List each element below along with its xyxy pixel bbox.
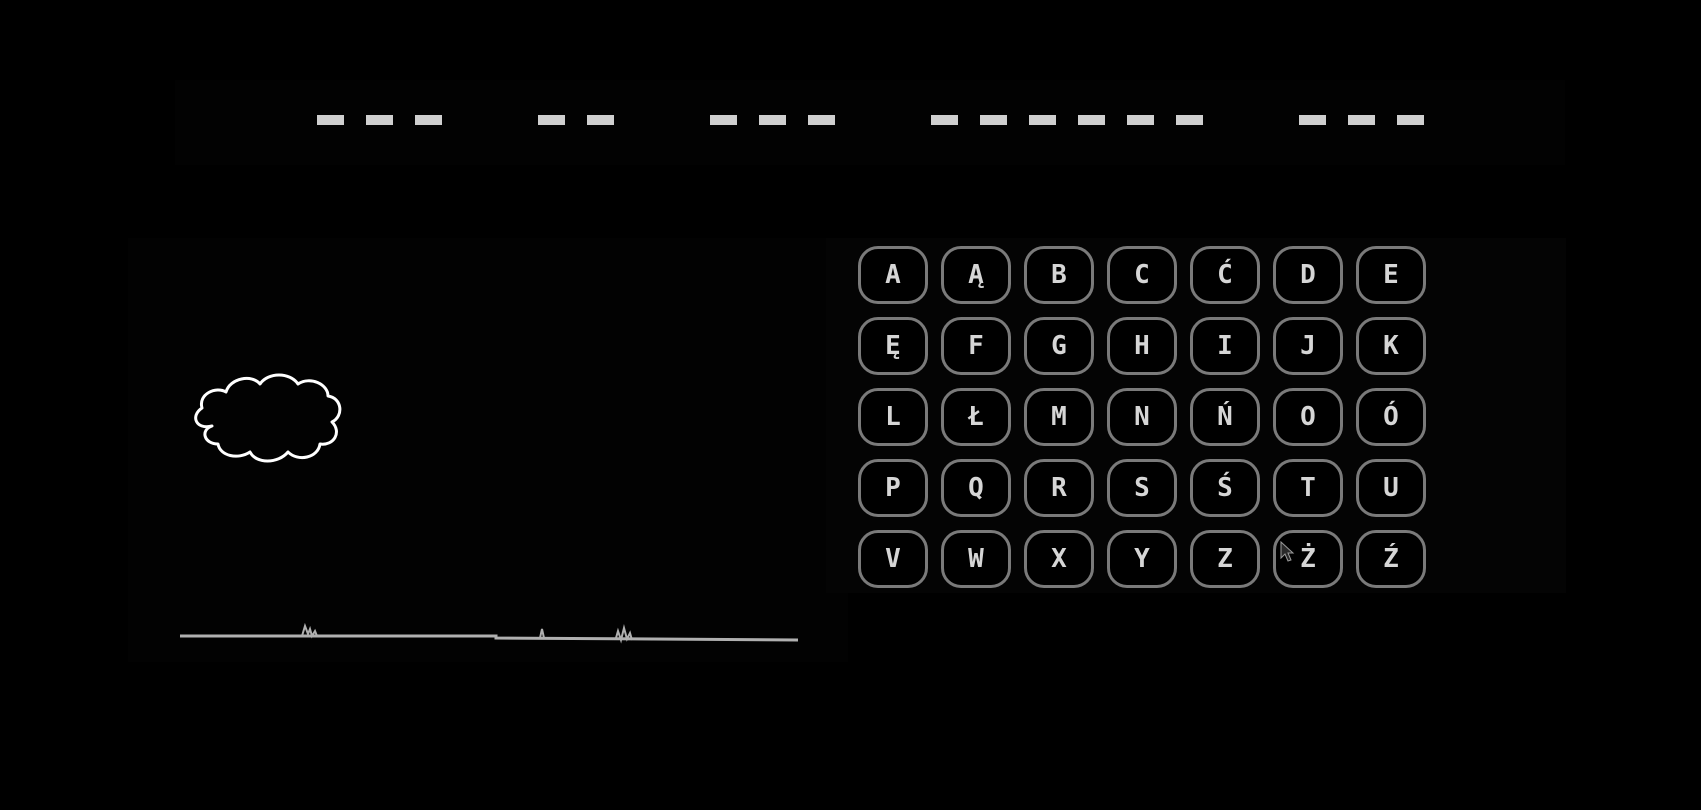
letter-key[interactable]: K [1356,317,1426,375]
letter-key[interactable]: G [1024,317,1094,375]
cloud-icon [194,373,342,463]
letter-key[interactable]: X [1024,530,1094,588]
letter-placeholder [1127,115,1154,125]
letter-key[interactable]: C [1107,246,1177,304]
letter-key[interactable]: Ń [1190,388,1260,446]
letter-key[interactable]: B [1024,246,1094,304]
letter-key[interactable]: Ó [1356,388,1426,446]
letter-key[interactable]: D [1273,246,1343,304]
letter-placeholder [587,115,614,125]
letter-key[interactable]: T [1273,459,1343,517]
letter-placeholder [366,115,393,125]
letter-placeholder [415,115,442,125]
hidden-word [175,80,1565,165]
letter-placeholder [1348,115,1375,125]
letter-key[interactable]: Q [941,459,1011,517]
hangman-drawing-area [128,238,848,662]
letter-key[interactable]: W [941,530,1011,588]
letter-key[interactable]: L [858,388,928,446]
letter-key[interactable]: F [941,317,1011,375]
letter-key[interactable]: I [1190,317,1260,375]
letter-placeholder [1397,115,1424,125]
letter-keyboard: AĄBCĆDEĘFGHIJKLŁMNŃOÓPQRSŚTUVWXYZŻŹ [826,238,1566,593]
letter-placeholder [1029,115,1056,125]
letter-placeholder [931,115,958,125]
letter-key[interactable]: S [1107,459,1177,517]
letter-placeholder [1299,115,1326,125]
letter-key[interactable]: A [858,246,928,304]
letter-key[interactable]: M [1024,388,1094,446]
letter-placeholder [1176,115,1203,125]
letter-placeholder [1078,115,1105,125]
letter-key[interactable]: J [1273,317,1343,375]
letter-key[interactable]: H [1107,317,1177,375]
letter-key[interactable]: Z [1190,530,1260,588]
letter-key[interactable]: Ź [1356,530,1426,588]
letter-key[interactable]: Ą [941,246,1011,304]
letter-placeholder [317,115,344,125]
letter-key[interactable]: V [858,530,928,588]
letter-key[interactable]: R [1024,459,1094,517]
letter-placeholder [538,115,565,125]
letter-key[interactable]: N [1107,388,1177,446]
letter-key[interactable]: Ć [1190,246,1260,304]
letter-key[interactable]: Ś [1190,459,1260,517]
ground-line [180,634,799,642]
letter-key[interactable]: P [858,459,928,517]
letter-key[interactable]: Y [1107,530,1177,588]
letter-key[interactable]: U [1356,459,1426,517]
letter-placeholder [980,115,1007,125]
letter-placeholder [759,115,786,125]
hangman-scene [180,373,799,644]
hidden-word-panel [175,80,1565,165]
letter-placeholder [710,115,737,125]
letter-key[interactable]: Ę [858,317,928,375]
game-stage: AĄBCĆDEĘFGHIJKLŁMNŃOÓPQRSŚTUVWXYZŻŹ [0,0,1701,810]
letter-key[interactable]: E [1356,246,1426,304]
letter-placeholder [808,115,835,125]
letter-key[interactable]: Ł [941,388,1011,446]
letter-key[interactable]: O [1273,388,1343,446]
mouse-cursor-icon [1280,541,1295,562]
